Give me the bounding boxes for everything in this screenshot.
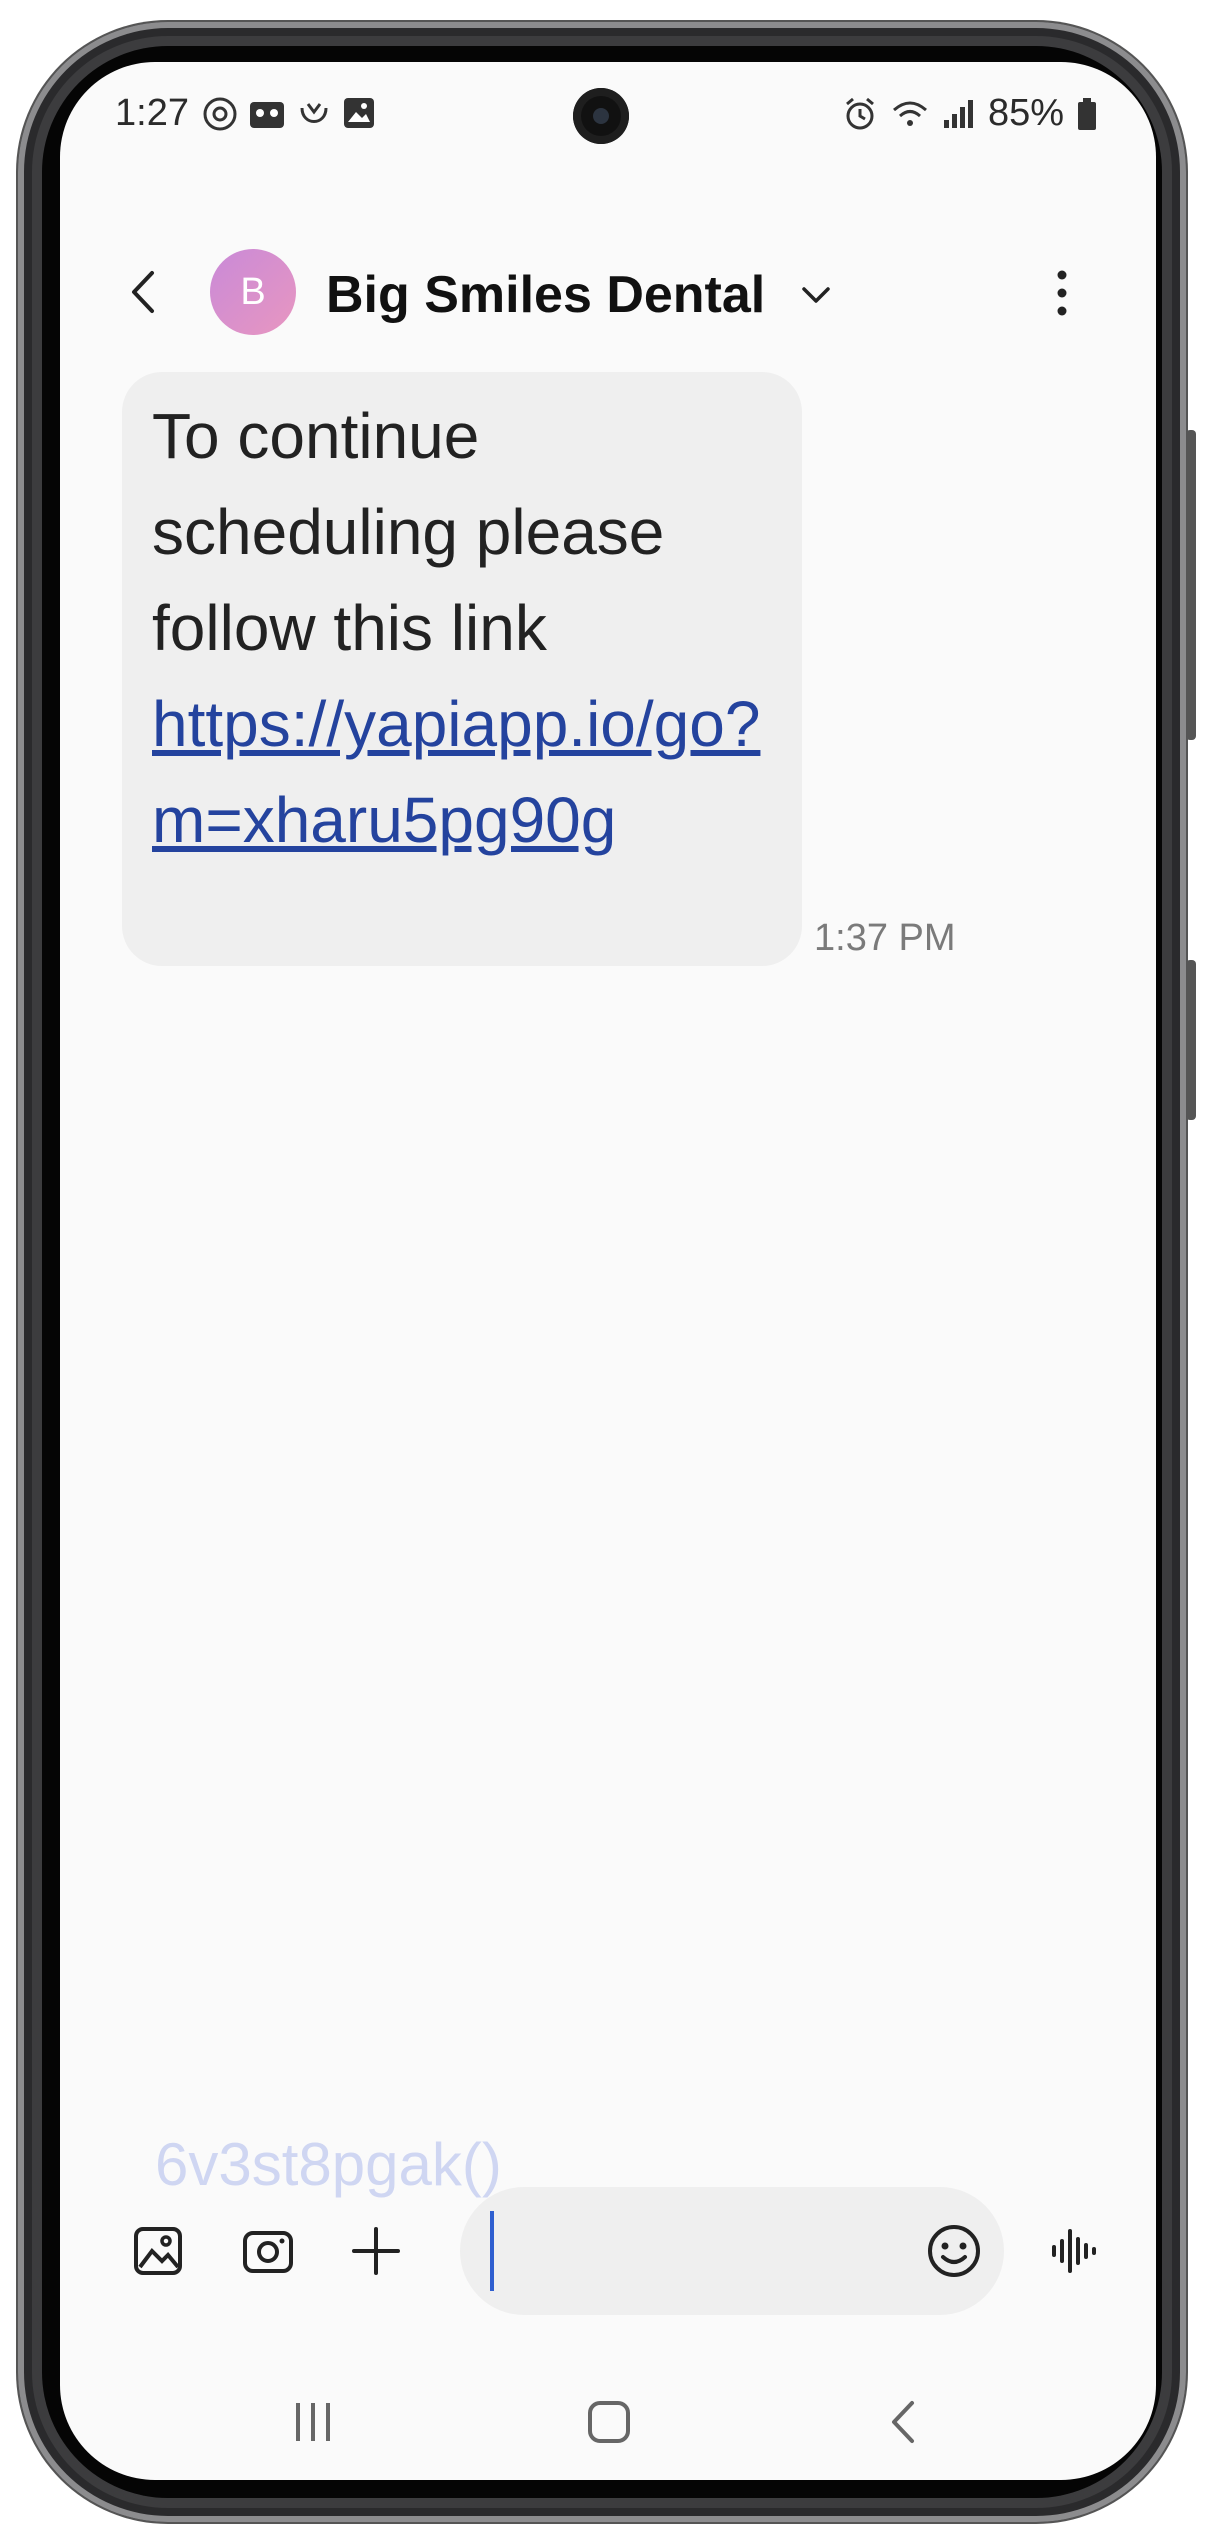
more-options-icon[interactable] bbox=[1042, 265, 1082, 321]
navigation-bar bbox=[60, 2372, 1156, 2472]
home-button[interactable] bbox=[574, 2392, 644, 2452]
emoji-icon[interactable] bbox=[922, 2219, 986, 2283]
threads-icon bbox=[203, 97, 237, 131]
nav-back-button[interactable] bbox=[870, 2392, 940, 2452]
message-input[interactable] bbox=[460, 2187, 1004, 2315]
screen: 1:27 85% B Big Smiles Dental To continue… bbox=[60, 62, 1156, 2480]
gallery-button[interactable] bbox=[126, 2219, 190, 2283]
status-time: 1:27 bbox=[115, 92, 189, 134]
text-cursor bbox=[490, 2211, 494, 2291]
volume-button bbox=[1186, 430, 1196, 740]
notification-icons bbox=[202, 96, 376, 132]
conversation-header: B Big Smiles Dental bbox=[60, 237, 1156, 347]
front-camera bbox=[573, 88, 629, 144]
home-icon bbox=[588, 2401, 630, 2443]
message-body: To continue scheduling please follow thi… bbox=[152, 400, 665, 664]
recent-apps-button[interactable] bbox=[278, 2392, 348, 2452]
recent-apps-icon bbox=[296, 2403, 330, 2441]
voice-button[interactable] bbox=[1042, 2219, 1106, 2283]
voice-waveform-icon bbox=[1052, 2229, 1096, 2273]
message-bubble[interactable]: To continue scheduling please follow thi… bbox=[122, 372, 802, 966]
battery-icon bbox=[1078, 97, 1096, 130]
message-composer bbox=[60, 2177, 1156, 2327]
camera-button[interactable] bbox=[236, 2219, 300, 2283]
back-icon[interactable] bbox=[120, 267, 170, 317]
message-link[interactable]: https://yapiapp.io/go?m=xharu5pg90g bbox=[152, 688, 760, 856]
status-right-icons: 85% bbox=[842, 92, 1098, 135]
message-text: To continue scheduling please follow thi… bbox=[152, 388, 772, 868]
power-button bbox=[1186, 960, 1196, 1120]
plus-icon bbox=[352, 2227, 400, 2275]
avatar[interactable]: B bbox=[210, 249, 296, 335]
voicemail-icon bbox=[250, 102, 284, 128]
alarm-icon bbox=[845, 97, 874, 129]
add-attachment-button[interactable] bbox=[344, 2219, 408, 2283]
nav-back-icon bbox=[892, 2401, 914, 2443]
battery-percent: 85% bbox=[987, 92, 1064, 134]
status-bar: 1:27 85% bbox=[60, 62, 1156, 162]
contact-name[interactable]: Big Smiles Dental bbox=[326, 265, 765, 325]
chevron-down-icon[interactable] bbox=[798, 277, 834, 313]
camera-icon bbox=[243, 2231, 293, 2273]
signal-icon bbox=[943, 99, 973, 128]
image-icon bbox=[344, 98, 374, 128]
message-timestamp: 1:37 PM bbox=[814, 917, 956, 959]
gallery-icon bbox=[134, 2227, 182, 2275]
wifi-icon bbox=[892, 101, 927, 126]
app-icon bbox=[300, 103, 328, 123]
